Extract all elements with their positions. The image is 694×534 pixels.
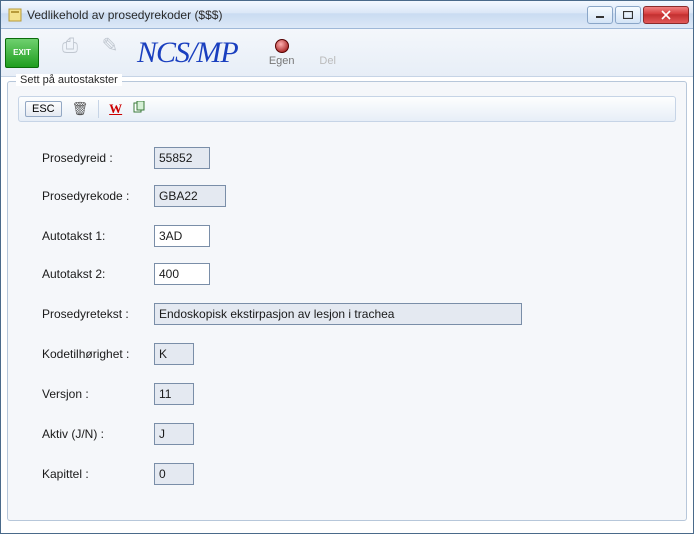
- inner-toolbar: ESC 🗑 W: [18, 96, 676, 122]
- label-prosedyretekst: Prosedyretekst :: [42, 307, 154, 321]
- main-toolbar: EXIT ⎙ ✎ NCS/MP Egen Del: [1, 29, 693, 77]
- row-kodetilhorighet: Kodetilhørighet :: [42, 342, 676, 366]
- label-kapittel: Kapittel :: [42, 467, 154, 481]
- group-autostakster: Sett på autostakster ESC 🗑 W Prosedyreid…: [7, 81, 687, 521]
- del-label: Del: [319, 55, 336, 67]
- toolbar-icon-2[interactable]: ✎: [93, 33, 127, 73]
- input-versjon[interactable]: [154, 383, 194, 405]
- del-button[interactable]: Del: [308, 39, 348, 67]
- input-prosedyretekst[interactable]: [154, 303, 522, 325]
- row-kapittel: Kapittel :: [42, 462, 676, 486]
- row-prosedyrekode: Prosedyrekode :: [42, 184, 676, 208]
- egen-label: Egen: [269, 55, 295, 67]
- input-aktiv[interactable]: [154, 423, 194, 445]
- app-logo: NCS/MP: [137, 36, 238, 70]
- close-button[interactable]: [643, 6, 689, 24]
- label-prosedyreid: Prosedyreid :: [42, 151, 154, 165]
- input-prosedyreid[interactable]: [154, 147, 210, 169]
- row-versjon: Versjon :: [42, 382, 676, 406]
- app-window: Vedlikehold av prosedyrekoder ($$$) EXIT…: [0, 0, 694, 534]
- label-kodetilhorighet: Kodetilhørighet :: [42, 347, 154, 361]
- label-prosedyrekode: Prosedyrekode :: [42, 189, 154, 203]
- label-autotakst1: Autotakst 1:: [42, 229, 154, 243]
- label-aktiv: Aktiv (J/N) :: [42, 427, 154, 441]
- input-autotakst1[interactable]: [154, 225, 210, 247]
- input-prosedyrekode[interactable]: [154, 185, 226, 207]
- copy-icon[interactable]: [132, 101, 146, 118]
- form-area: Prosedyreid : Prosedyrekode : Autotakst …: [18, 140, 676, 486]
- titlebar[interactable]: Vedlikehold av prosedyrekoder ($$$): [1, 1, 693, 29]
- w-icon[interactable]: W: [109, 101, 122, 117]
- row-aktiv: Aktiv (J/N) :: [42, 422, 676, 446]
- row-autotakst1: Autotakst 1:: [42, 224, 676, 248]
- row-autotakst2: Autotakst 2:: [42, 262, 676, 286]
- label-autotakst2: Autotakst 2:: [42, 267, 154, 281]
- toolbar-separator: [98, 100, 99, 118]
- window-controls: [587, 6, 689, 24]
- toolbar-icon-1[interactable]: ⎙: [53, 33, 87, 73]
- row-prosedyretekst: Prosedyretekst :: [42, 302, 676, 326]
- input-kapittel[interactable]: [154, 463, 194, 485]
- group-title: Sett på autostakster: [16, 74, 122, 86]
- input-autotakst2[interactable]: [154, 263, 210, 285]
- esc-button[interactable]: ESC: [25, 101, 62, 117]
- egen-button[interactable]: Egen: [262, 39, 302, 67]
- exit-button[interactable]: EXIT: [5, 38, 39, 68]
- label-versjon: Versjon :: [42, 387, 154, 401]
- window-title: Vedlikehold av prosedyrekoder ($$$): [27, 8, 587, 22]
- record-icon: [275, 39, 289, 53]
- input-kodetilhorighet[interactable]: [154, 343, 194, 365]
- maximize-button[interactable]: [615, 6, 641, 24]
- del-icon: [321, 39, 335, 53]
- trash-icon[interactable]: 🗑: [72, 101, 89, 117]
- app-icon: [7, 7, 23, 23]
- row-prosedyreid: Prosedyreid :: [42, 146, 676, 170]
- minimize-button[interactable]: [587, 6, 613, 24]
